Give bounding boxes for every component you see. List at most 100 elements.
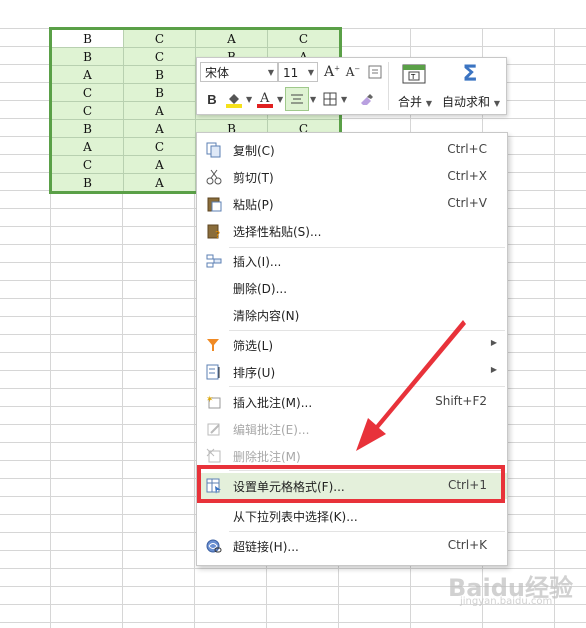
font-color-icon: A <box>257 91 273 108</box>
autosum-button[interactable]: Σ <box>457 61 483 87</box>
font-size-value: 11 <box>283 66 299 80</box>
menu-item-shortcut: Ctrl+K <box>447 538 487 552</box>
chevron-down-icon: ▼ <box>493 99 500 108</box>
sigma-icon: Σ <box>462 61 478 87</box>
menu-separator <box>229 531 505 532</box>
menu-item-pick-from-list[interactable]: 从下拉列表中选择(K)... <box>197 503 507 529</box>
menu-item-label: 超链接(H)... <box>233 540 299 554</box>
table-cell[interactable]: B <box>50 119 124 138</box>
clear-format-button[interactable] <box>355 88 377 110</box>
chevron-down-icon[interactable]: ▼ <box>246 95 252 104</box>
table-cell[interactable]: B <box>50 47 124 66</box>
menu-item-cut[interactable]: 剪切(T) Ctrl+X <box>197 164 507 190</box>
menu-item-label: 筛选(L) <box>233 339 274 353</box>
table-cell[interactable]: A <box>195 28 268 48</box>
table-cell[interactable]: C <box>267 28 341 48</box>
chevron-down-icon[interactable]: ▼ <box>277 95 283 104</box>
chevron-down-icon: ▼ <box>307 68 314 77</box>
menu-item-label: 粘贴(P) <box>233 198 274 212</box>
table-cell[interactable]: B <box>50 28 124 48</box>
scissors-icon <box>206 169 222 185</box>
format-brush-button[interactable] <box>364 61 386 83</box>
menu-item-edit-comment: 编辑批注(E)... <box>197 416 507 442</box>
delete-comment-icon <box>206 448 221 463</box>
watermark-url: jingyan.baidu.com <box>460 596 553 607</box>
font-name-dropdown[interactable]: 宋体 ▼ <box>200 62 278 82</box>
table-cell[interactable]: A <box>123 101 196 120</box>
insert-icon <box>206 254 222 268</box>
fill-color-button[interactable] <box>223 88 245 110</box>
menu-separator <box>229 330 505 331</box>
merge-cells-icon: T <box>402 64 426 84</box>
borders-button[interactable] <box>319 88 341 110</box>
submenu-arrow-icon: ▶ <box>490 365 497 374</box>
menu-item-label: 删除(D)... <box>233 282 288 296</box>
menu-item-clear[interactable]: 清除内容(N) <box>197 302 507 328</box>
menu-item-shortcut: Ctrl+X <box>447 169 487 183</box>
menu-item-paste-special[interactable]: ? 选择性粘贴(S)... <box>197 218 507 244</box>
menu-item-label: 排序(U) <box>233 366 276 380</box>
align-center-icon <box>291 94 303 104</box>
table-cell[interactable]: C <box>123 28 196 48</box>
table-cell[interactable]: C <box>50 83 124 102</box>
copy-icon <box>206 142 221 158</box>
menu-item-copy[interactable]: 复制(C) Ctrl+C <box>197 137 507 163</box>
font-size-dropdown[interactable]: 11 ▼ <box>278 62 318 82</box>
menu-item-label: 插入批注(M)... <box>233 396 313 410</box>
table-row: BCAC <box>50 28 341 48</box>
paste-icon <box>207 197 222 212</box>
table-cell[interactable]: C <box>123 47 196 66</box>
filter-icon <box>207 339 219 351</box>
cell-style-icon <box>368 65 382 79</box>
table-cell[interactable]: B <box>123 83 196 102</box>
menu-item-sort[interactable]: 排序(U) ▶ <box>197 359 507 385</box>
merge-label[interactable]: 合并 ▼ <box>398 93 432 110</box>
menu-separator <box>229 386 505 387</box>
svg-text:A: A <box>259 91 270 106</box>
menu-item-hyperlink[interactable]: 超链接(H)... Ctrl+K <box>197 533 507 559</box>
chevron-down-icon: ▼ <box>425 99 432 108</box>
font-color-button[interactable]: A <box>254 88 276 110</box>
hyperlink-icon <box>206 539 222 553</box>
menu-item-label: 删除批注(M) <box>233 450 301 464</box>
decrease-font-button[interactable]: A− <box>342 61 364 83</box>
bold-button[interactable]: B <box>201 88 223 110</box>
table-cell[interactable]: C <box>50 101 124 120</box>
submenu-arrow-icon: ▶ <box>490 338 497 347</box>
increase-font-button[interactable]: A+ <box>321 61 343 83</box>
menu-item-paste[interactable]: 粘贴(P) Ctrl+V <box>197 191 507 217</box>
table-cell[interactable]: B <box>123 65 196 84</box>
align-center-button[interactable] <box>285 87 309 111</box>
table-cell[interactable]: A <box>50 65 124 84</box>
borders-icon <box>323 92 337 106</box>
menu-item-label: 选择性粘贴(S)... <box>233 225 322 239</box>
chevron-down-icon[interactable]: ▼ <box>310 95 316 104</box>
menu-item-insert[interactable]: 插入(I)... <box>197 248 507 274</box>
table-cell[interactable]: C <box>123 137 196 156</box>
merge-button[interactable]: T <box>401 61 427 87</box>
chevron-down-icon[interactable]: ▼ <box>341 95 347 104</box>
table-cell[interactable]: A <box>123 155 196 174</box>
menu-item-shortcut: Shift+F2 <box>435 394 487 408</box>
merge-label-text: 合并 <box>398 95 423 109</box>
menu-item-label: 清除内容(N) <box>233 309 300 323</box>
table-cell[interactable]: C <box>50 155 124 174</box>
mini-format-toolbar: 宋体 ▼ 11 ▼ A+ A− B ▼ A ▼ ▼ ▼ T 合并 ▼ Σ 自动求… <box>196 57 507 115</box>
table-cell[interactable]: A <box>123 173 196 193</box>
menu-item-filter[interactable]: 筛选(L) ▶ <box>197 332 507 358</box>
menu-item-label: 复制(C) <box>233 144 275 158</box>
menu-item-insert-comment[interactable]: ✶ 插入批注(M)... Shift+F2 <box>197 389 507 415</box>
autosum-label-text: 自动求和 <box>442 95 491 109</box>
table-cell[interactable]: A <box>50 137 124 156</box>
svg-text:?: ? <box>215 230 220 239</box>
menu-item-label: 剪切(T) <box>233 171 274 185</box>
menu-item-label: 从下拉列表中选择(K)... <box>233 510 358 524</box>
menu-item-shortcut: Ctrl+C <box>447 142 487 156</box>
table-cell[interactable]: B <box>50 173 124 193</box>
autosum-label[interactable]: 自动求和 ▼ <box>442 93 500 110</box>
menu-item-delete[interactable]: 删除(D)... <box>197 275 507 301</box>
menu-item-shortcut: Ctrl+V <box>447 196 487 210</box>
table-cell[interactable]: A <box>123 119 196 138</box>
eraser-icon <box>361 94 373 105</box>
annotation-highlight-box <box>197 465 505 503</box>
